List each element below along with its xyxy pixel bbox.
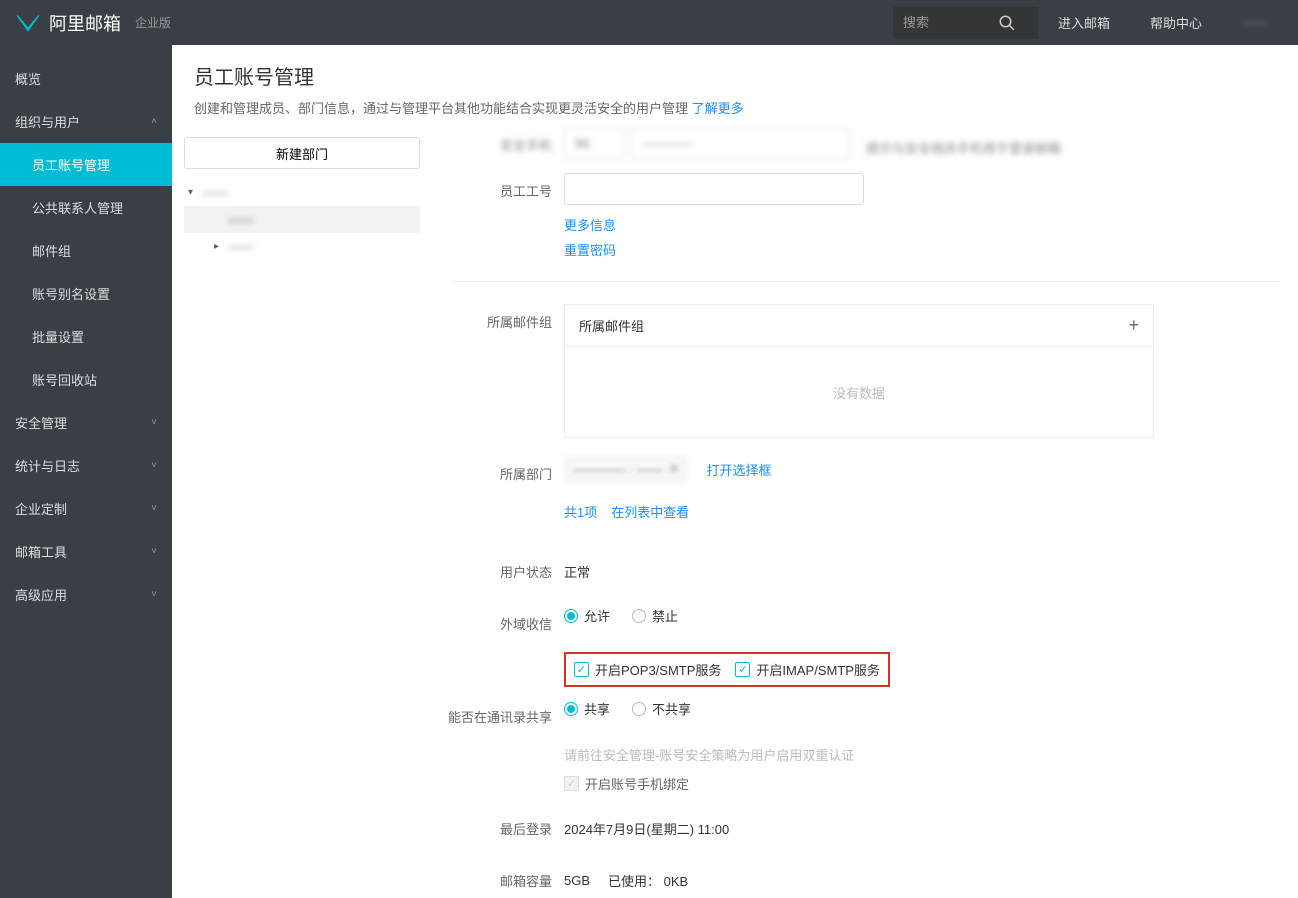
top-bar: 阿里邮箱 企业版 进入邮箱 帮助中心 ——	[0, 0, 1298, 45]
view-in-list-link[interactable]: 在列表中查看	[611, 502, 689, 521]
external-deny-radio[interactable]: 禁止	[632, 606, 678, 625]
sidebar-item-label: 高级应用	[15, 585, 67, 604]
sidebar-item-6[interactable]: 批量设置	[0, 315, 172, 358]
tree-node[interactable]: ——	[184, 206, 420, 233]
logo-text: 阿里邮箱	[49, 10, 121, 36]
chevron-down-icon: ˅	[151, 417, 157, 428]
sidebar-item-label: 概览	[15, 69, 41, 88]
security-phone-note: 提示与安全相关手机用于登录邮箱	[866, 130, 1061, 157]
external-mail-row: 外域收信 允许 禁止	[434, 606, 1278, 640]
capacity-row: 邮箱容量 5GB 已使用： 0KB	[434, 863, 1278, 897]
sidebar-item-11[interactable]: 邮箱工具 ˅	[0, 530, 172, 573]
pop3-smtp-checkbox[interactable]: ✓ 开启POP3/SMTP服务	[574, 660, 721, 679]
security-phone-row: 安全手机 提示与安全相关手机用于登录邮箱	[434, 127, 1278, 161]
chevron-down-icon: ˅	[151, 546, 157, 557]
sidebar-item-3[interactable]: 公共联系人管理	[0, 186, 172, 229]
enter-mailbox-link[interactable]: 进入邮箱	[1038, 0, 1130, 45]
sidebar-item-9[interactable]: 统计与日志 ˅	[0, 444, 172, 487]
mailgroup-empty: 没有数据	[565, 347, 1153, 437]
sidebar-item-label: 员工账号管理	[32, 155, 110, 174]
sidebar-item-0[interactable]: 概览	[0, 57, 172, 100]
tree-root[interactable]: ▾ ——	[184, 179, 420, 206]
sidebar-item-label: 组织与用户	[15, 112, 80, 131]
chevron-down-icon: ˅	[151, 503, 157, 514]
help-center-link[interactable]: 帮助中心	[1130, 0, 1222, 45]
user-menu[interactable]: ——	[1222, 0, 1288, 45]
department-tree-panel: 新建部门 ▾ —— —— ▸ ——	[172, 127, 432, 898]
add-mailgroup-button[interactable]: +	[1128, 315, 1139, 336]
sidebar-item-label: 公共联系人管理	[32, 198, 123, 217]
last-login-value: 2024年7月9日(星期二) 11:00	[564, 811, 729, 838]
employee-no-input[interactable]	[564, 173, 864, 205]
user-status-row: 用户状态 正常	[434, 554, 1278, 588]
dept-total-link[interactable]: 共1项	[564, 502, 597, 521]
sidebar-item-label: 企业定制	[15, 499, 67, 518]
logo-icon	[15, 12, 41, 34]
search-input[interactable]	[903, 15, 998, 30]
page-description: 创建和管理成员、部门信息，通过与管理平台其他功能结合实现更灵活安全的用户管理 了…	[194, 98, 1276, 117]
tree-collapse-icon[interactable]: ▾	[188, 187, 202, 198]
imap-smtp-checkbox[interactable]: ✓ 开启IMAP/SMTP服务	[735, 660, 880, 679]
capacity-total: 5GB	[564, 865, 590, 888]
share-yes-radio[interactable]: 共享	[564, 699, 610, 718]
logo: 阿里邮箱 企业版	[15, 10, 171, 36]
chevron-up-icon: ˄	[151, 116, 157, 127]
sidebar-item-7[interactable]: 账号回收站	[0, 358, 172, 401]
tree-expand-icon[interactable]: ▸	[214, 241, 228, 252]
form-area: 安全手机 提示与安全相关手机用于登录邮箱 员工工号 更多信息	[432, 127, 1298, 898]
reset-password-link[interactable]: 重置密码	[564, 243, 616, 258]
chevron-down-icon: ˅	[151, 589, 157, 600]
external-allow-radio[interactable]: 允许	[564, 606, 610, 625]
sidebar-item-4[interactable]: 邮件组	[0, 229, 172, 272]
department-row: 所属部门 ———— · —— ✕ 打开选择框	[434, 456, 1278, 490]
sidebar-item-1[interactable]: 组织与用户 ˄	[0, 100, 172, 143]
chevron-down-icon: ˅	[151, 460, 157, 471]
capacity-used: 0KB	[664, 874, 689, 889]
phone-bind-checkbox: ✓ 开启账号手机绑定	[564, 774, 689, 793]
learn-more-link[interactable]: 了解更多	[692, 101, 744, 116]
divider	[454, 281, 1278, 282]
twofa-note: 请前往安全管理-账号安全策略为用户启用双重认证	[564, 745, 854, 764]
sidebar-item-label: 邮件组	[32, 241, 71, 260]
sidebar-item-8[interactable]: 安全管理 ˅	[0, 401, 172, 444]
last-login-row: 最后登录 2024年7月9日(星期二) 11:00	[434, 811, 1278, 845]
main-content: 员工账号管理 创建和管理成员、部门信息，通过与管理平台其他功能结合实现更灵活安全…	[172, 45, 1298, 898]
security-phone-input[interactable]	[630, 127, 850, 159]
sidebar-item-label: 账号别名设置	[32, 284, 110, 303]
sidebar-item-5[interactable]: 账号别名设置	[0, 272, 172, 315]
share-no-radio[interactable]: 不共享	[632, 699, 691, 718]
sidebar-item-label: 账号回收站	[32, 370, 97, 389]
sidebar-item-label: 邮箱工具	[15, 542, 67, 561]
sidebar-item-12[interactable]: 高级应用 ˅	[0, 573, 172, 616]
new-department-button[interactable]: 新建部门	[184, 137, 420, 169]
department-tag[interactable]: ———— · —— ✕	[564, 456, 688, 482]
sidebar-item-2[interactable]: 员工账号管理	[0, 143, 172, 186]
more-info-link[interactable]: 更多信息	[564, 218, 616, 233]
sidebar-item-label: 安全管理	[15, 413, 67, 432]
search-box[interactable]	[893, 7, 1038, 39]
mailgroup-box: 所属邮件组 + 没有数据	[564, 304, 1154, 438]
sidebar-item-label: 统计与日志	[15, 456, 80, 475]
protocol-row: ✓ 开启POP3/SMTP服务 ✓ 开启IMAP/SMTP服务	[434, 652, 1278, 687]
employee-no-row: 员工工号	[434, 173, 1278, 207]
open-selector-link[interactable]: 打开选择框	[706, 460, 771, 479]
share-addressbook-row: 能否在通讯录共享 共享 不共享	[434, 699, 1278, 733]
sidebar-item-10[interactable]: 企业定制 ˅	[0, 487, 172, 530]
user-status-value: 正常	[564, 554, 590, 581]
mailgroup-row: 所属邮件组 所属邮件组 + 没有数据	[434, 304, 1278, 438]
page-title: 员工账号管理	[194, 61, 1276, 90]
sidebar: 概览组织与用户 ˄ 员工账号管理公共联系人管理邮件组账号别名设置批量设置账号回收站安…	[0, 45, 172, 898]
protocol-highlight-box: ✓ 开启POP3/SMTP服务 ✓ 开启IMAP/SMTP服务	[564, 652, 890, 687]
search-icon	[998, 14, 1016, 32]
tree-node[interactable]: ▸ ——	[184, 233, 420, 260]
logo-subtitle: 企业版	[135, 14, 171, 31]
remove-tag-icon[interactable]: ✕	[669, 461, 680, 477]
sidebar-item-label: 批量设置	[32, 327, 84, 346]
page-header: 员工账号管理 创建和管理成员、部门信息，通过与管理平台其他功能结合实现更灵活安全…	[172, 45, 1298, 127]
country-code-input[interactable]	[564, 127, 624, 159]
